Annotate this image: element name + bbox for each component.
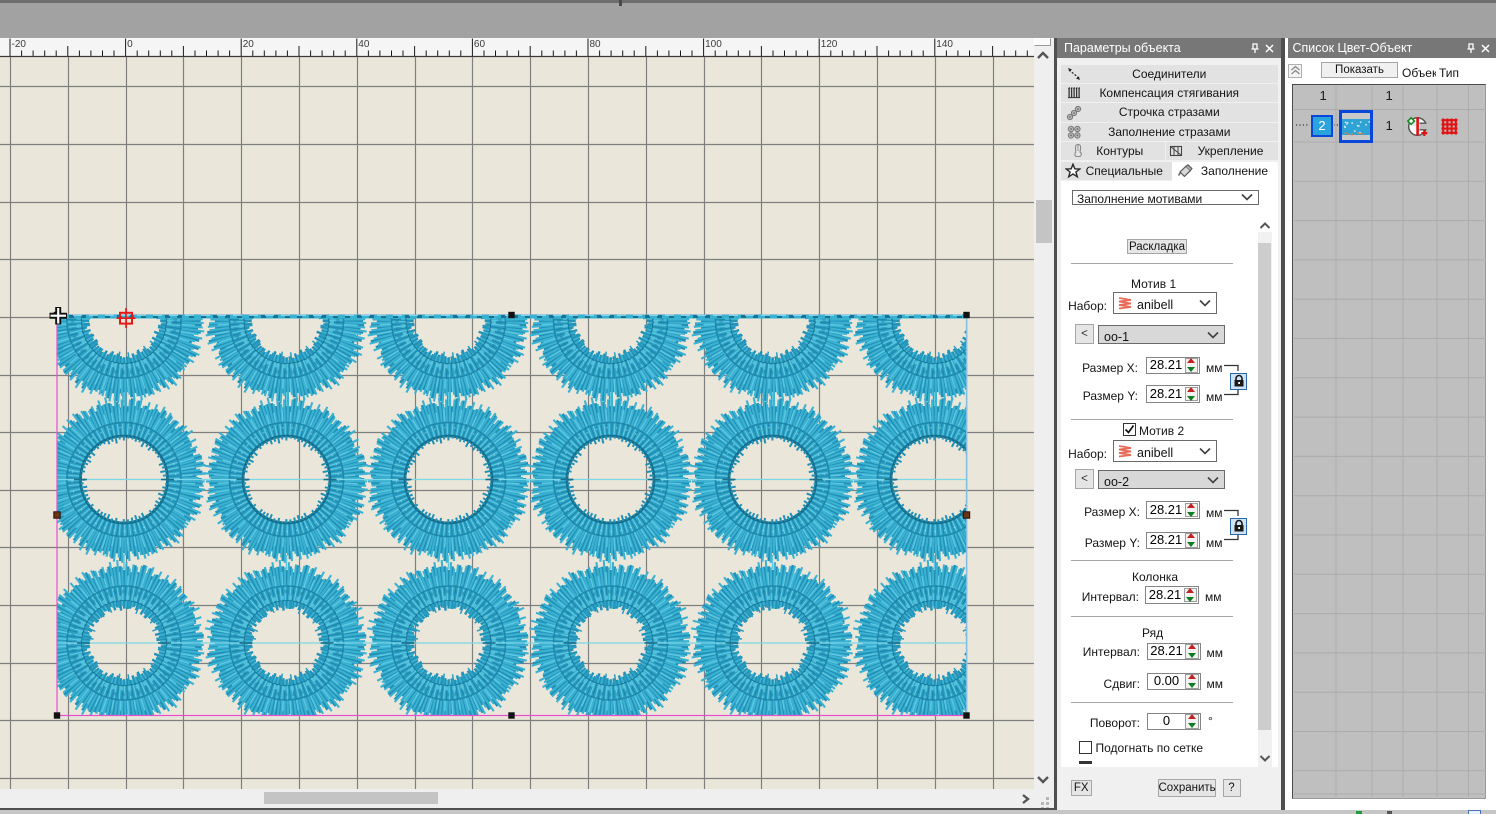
svg-text:80: 80 — [590, 39, 602, 50]
svg-text:0: 0 — [127, 39, 133, 50]
svg-text:120: 120 — [821, 39, 838, 50]
svg-text:60: 60 — [474, 39, 486, 50]
svg-text:140: 140 — [936, 39, 953, 50]
svg-text:-20: -20 — [12, 39, 27, 50]
svg-text:100: 100 — [705, 39, 722, 50]
svg-text:40: 40 — [358, 39, 370, 50]
svg-text:20: 20 — [243, 39, 255, 50]
